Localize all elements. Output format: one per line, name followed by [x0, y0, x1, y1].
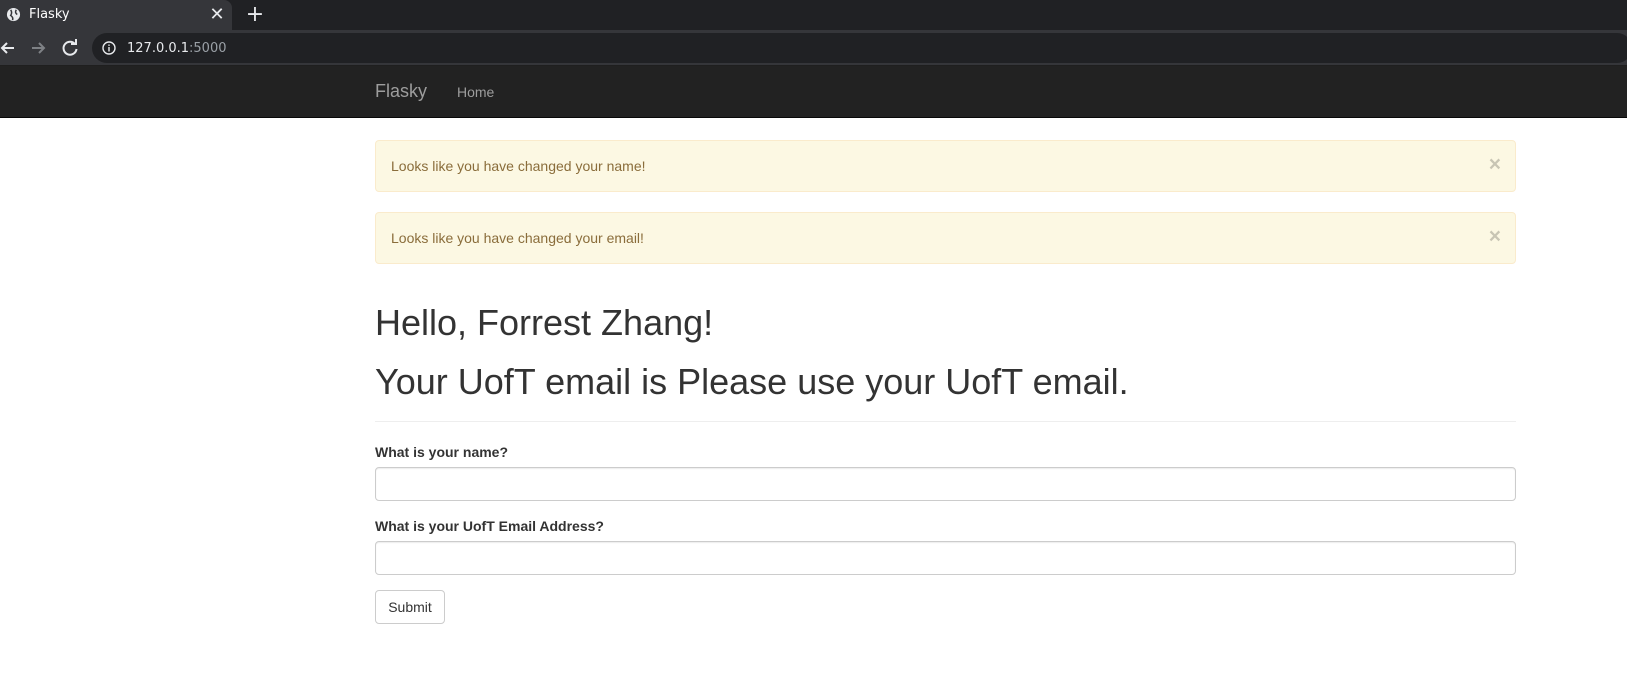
url-text: 127.0.0.1:5000	[127, 41, 227, 56]
globe-icon	[6, 7, 21, 22]
close-tab-icon[interactable]: ✕	[206, 4, 228, 26]
nav-home-link[interactable]: Home	[457, 84, 494, 100]
browser-tab-bar: Flasky ✕ +	[0, 0, 1627, 30]
close-icon[interactable]: ×	[1489, 153, 1501, 177]
close-icon[interactable]: ×	[1489, 225, 1501, 249]
new-tab-button[interactable]: +	[243, 3, 267, 27]
submit-button[interactable]: Submit	[375, 590, 445, 624]
alert-email-changed: Looks like you have changed your email! …	[375, 212, 1516, 264]
email-label: What is your UofT Email Address?	[375, 518, 604, 534]
alert-name-changed: Looks like you have changed your name! ×	[375, 140, 1516, 192]
url-host: 127.0.0.1	[127, 41, 190, 56]
browser-tab[interactable]: Flasky ✕	[0, 0, 232, 30]
name-label: What is your name?	[375, 444, 509, 460]
email-heading: Your UofT email is Please use your UofT …	[375, 361, 1129, 402]
back-arrow-icon[interactable]	[0, 36, 20, 60]
alert-message: Looks like you have changed your name!	[391, 158, 646, 174]
forward-arrow-icon[interactable]	[26, 36, 50, 60]
reload-icon[interactable]	[58, 36, 82, 60]
alert-message: Looks like you have changed your email!	[391, 230, 644, 246]
email-input[interactable]	[375, 541, 1516, 575]
header-divider	[375, 421, 1516, 422]
greeting-heading: Hello, Forrest Zhang!	[375, 302, 714, 343]
info-icon[interactable]	[102, 41, 116, 55]
address-bar[interactable]: 127.0.0.1:5000	[92, 33, 1627, 63]
url-port: :5000	[189, 41, 227, 56]
site-navbar: Flasky Home	[0, 66, 1627, 118]
tab-title: Flasky	[29, 7, 70, 22]
navbar-brand[interactable]: Flasky	[375, 81, 427, 102]
browser-toolbar: 127.0.0.1:5000	[0, 30, 1627, 66]
name-input[interactable]	[375, 467, 1516, 501]
